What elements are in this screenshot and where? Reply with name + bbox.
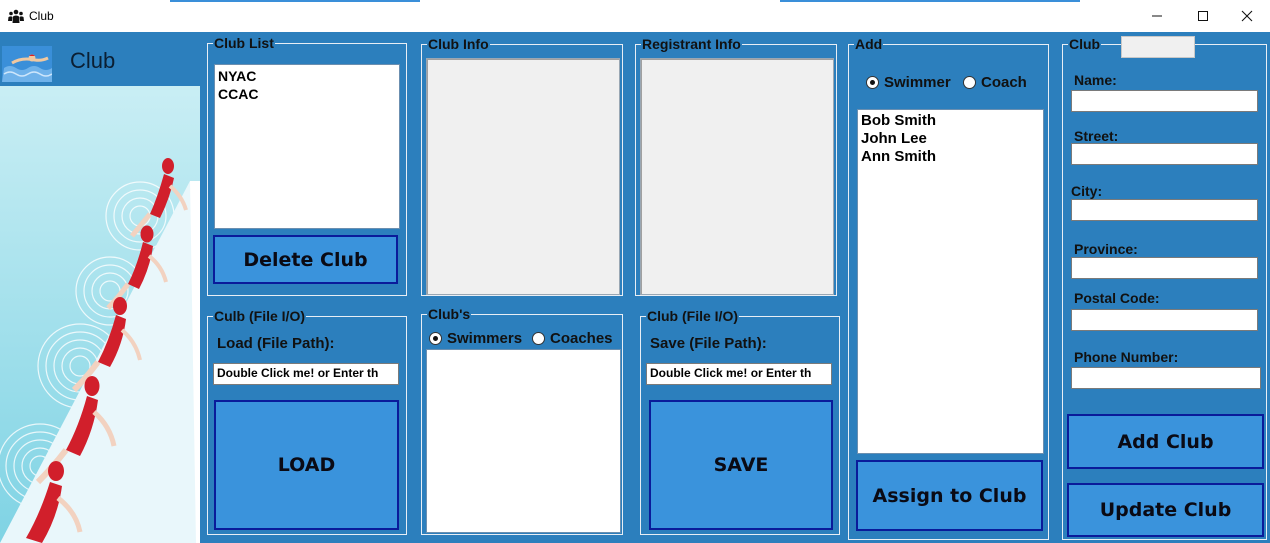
swimmers-illustration	[0, 86, 200, 543]
club-info-display	[426, 58, 620, 295]
sidebar: Club	[0, 32, 200, 543]
load-path-input[interactable]: Double Click me! or Enter th	[213, 363, 399, 385]
club-code-field[interactable]	[1121, 36, 1195, 58]
city-input[interactable]	[1071, 199, 1258, 221]
club-list-group: Club List NYAC CCAC Delete Club	[207, 35, 407, 296]
title-bar-accent	[170, 0, 420, 2]
registrant-info-group: Registrant Info	[635, 36, 837, 296]
close-icon	[1241, 10, 1253, 22]
save-file-legend: Club (File I/O)	[646, 308, 739, 325]
club-members-listbox[interactable]	[426, 349, 621, 533]
save-file-group: Club (File I/O) Save (File Path): Double…	[640, 308, 840, 535]
save-path-label: Save (File Path):	[650, 335, 767, 352]
people-listbox[interactable]: Bob Smith John Lee Ann Smith	[857, 109, 1044, 454]
save-path-input[interactable]: Double Click me! or Enter th	[646, 363, 832, 385]
radio-selected-indicator	[866, 76, 879, 89]
province-input[interactable]	[1071, 257, 1258, 279]
delete-club-button[interactable]: Delete Club	[213, 235, 398, 284]
club-list-legend: Club List	[213, 35, 275, 52]
name-input[interactable]	[1071, 90, 1258, 112]
club-members-group: Club's Swimmers Coaches	[421, 306, 623, 535]
club-info-group: Club Info	[421, 36, 623, 296]
club-listbox[interactable]: NYAC CCAC	[214, 64, 400, 229]
radio-selected-indicator	[429, 332, 442, 345]
list-item[interactable]: John Lee	[861, 130, 1040, 148]
load-file-legend: Culb (File I/O)	[213, 308, 306, 325]
title-bar-accent	[780, 0, 1080, 2]
list-item[interactable]: CCAC	[218, 85, 396, 103]
people-icon	[8, 9, 24, 23]
maximize-button[interactable]	[1180, 0, 1226, 32]
registrant-info-display	[640, 58, 834, 295]
load-file-group: Culb (File I/O) Load (File Path): Double…	[207, 308, 407, 535]
list-item[interactable]: Ann Smith	[861, 148, 1040, 166]
main-form: Club Club List NYAC CCAC Delete Club Clu…	[0, 32, 1270, 543]
street-label: Street:	[1074, 128, 1119, 144]
window-title: Club	[29, 9, 54, 23]
coach-radio-label: Coach	[981, 74, 1027, 91]
club-form-legend: Club	[1068, 36, 1102, 53]
city-label: City:	[1071, 183, 1103, 199]
postal-code-input[interactable]	[1071, 309, 1258, 331]
swimmer-radio-label: Swimmer	[884, 74, 951, 91]
update-club-button[interactable]: Update Club	[1067, 483, 1264, 537]
minimize-button[interactable]	[1134, 0, 1180, 32]
swimmer-icon	[2, 46, 52, 82]
title-bar: Club	[0, 0, 1270, 32]
coach-radio[interactable]: Coach	[963, 74, 1027, 91]
app-label: Club	[70, 48, 116, 73]
minimize-icon	[1152, 15, 1162, 17]
club-info-legend: Club Info	[427, 36, 490, 53]
assign-to-club-button[interactable]: Assign to Club	[856, 460, 1043, 531]
list-item[interactable]: NYAC	[218, 67, 396, 85]
radio-indicator	[532, 332, 545, 345]
add-club-button[interactable]: Add Club	[1067, 414, 1264, 469]
club-members-legend: Club's	[427, 306, 472, 323]
maximize-icon	[1198, 11, 1208, 21]
add-legend: Add	[854, 36, 884, 53]
name-label: Name:	[1074, 72, 1117, 88]
phone-number-label: Phone Number:	[1074, 349, 1179, 365]
save-button[interactable]: SAVE	[649, 400, 833, 530]
phone-number-input[interactable]	[1071, 367, 1261, 389]
coaches-radio[interactable]: Coaches	[532, 330, 613, 347]
swimmers-radio[interactable]: Swimmers	[429, 330, 522, 347]
province-label: Province:	[1074, 241, 1138, 257]
close-button[interactable]	[1224, 0, 1270, 32]
street-input[interactable]	[1071, 143, 1258, 165]
load-path-label: Load (File Path):	[217, 335, 335, 352]
registrant-info-legend: Registrant Info	[641, 36, 742, 53]
coaches-radio-label: Coaches	[550, 330, 613, 347]
list-item[interactable]: Bob Smith	[861, 112, 1040, 130]
radio-indicator	[963, 76, 976, 89]
swimmers-radio-label: Swimmers	[447, 330, 523, 347]
postal-code-label: Postal Code:	[1074, 290, 1160, 306]
swimmer-radio[interactable]: Swimmer	[866, 74, 951, 91]
add-group: Add Swimmer Coach Bob Smith John Lee Ann…	[848, 36, 1049, 540]
load-button[interactable]: LOAD	[214, 400, 399, 530]
